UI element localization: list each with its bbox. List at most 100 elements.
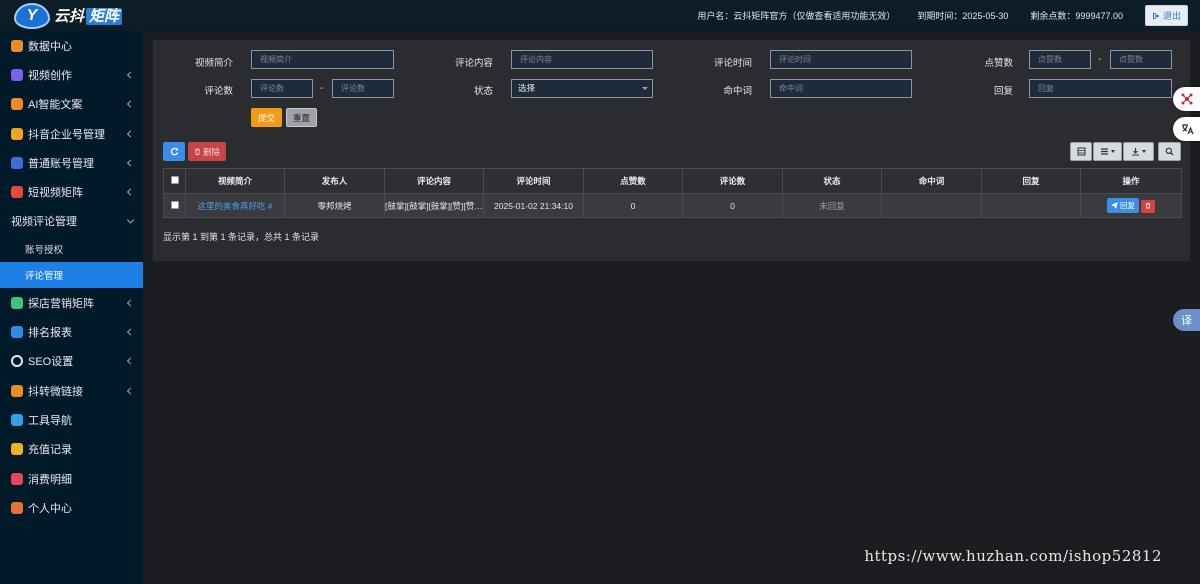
likes-max-input[interactable] <box>1110 50 1172 69</box>
logout-button[interactable]: 退出 <box>1144 5 1188 26</box>
video-intro-input[interactable] <box>251 50 394 69</box>
sidebar-item[interactable]: 探店营销矩阵 <box>0 288 143 317</box>
reset-button[interactable]: 重置 <box>286 108 317 127</box>
refresh-button[interactable] <box>163 142 185 161</box>
row-select-cell[interactable] <box>163 193 186 218</box>
table-icon <box>1077 147 1085 156</box>
chevron-down-icon <box>1142 150 1146 153</box>
user-info: 用户名：云抖矩阵官方（仅做查看适用功能无效） 到期时间：2025-05-30 剩… <box>697 0 1188 31</box>
sidebar-item[interactable]: 数据中心 <box>0 31 143 60</box>
tools-icon <box>11 413 23 426</box>
ai-icon <box>11 98 23 111</box>
table-header-row: 视频简介 发布人 评论内容 评论时间 点赞数 评论数 状态 命中词 回复 操作 <box>163 168 1182 194</box>
export-button[interactable] <box>1123 142 1154 161</box>
top-bar: Y 云抖 矩阵 用户名：云抖矩阵官方（仅做查看适用功能无效） 到期时间：2025-… <box>0 0 1200 31</box>
comments-min-input[interactable] <box>251 79 313 98</box>
logo[interactable]: Y 云抖 矩阵 <box>0 0 143 31</box>
submit-button[interactable]: 提交 <box>251 108 282 127</box>
comment-time-cell: 2025-01-02 21:34:10 <box>483 193 584 218</box>
comment-time-label: 评论时间 <box>713 58 752 69</box>
chevron-left-icon <box>126 159 135 167</box>
likes-min-input[interactable] <box>1029 50 1091 69</box>
expire-text: 到期时间：2025-05-30 <box>917 11 1009 21</box>
pagination-info: 显示第 1 到第 1 条记录，总共 1 条记录 <box>163 232 320 242</box>
sidebar-item[interactable]: 普通账号管理 <box>0 148 143 177</box>
sidebar-item[interactable]: 工具导航 <box>0 405 143 434</box>
chevron-left-icon <box>126 328 135 336</box>
sidebar-item-label: 个人中心 <box>28 502 72 515</box>
select-all-cell[interactable] <box>163 168 186 194</box>
sidebar-subitem[interactable]: 账号授权 <box>0 236 143 262</box>
toggle-view-button[interactable] <box>1070 142 1092 161</box>
sidebar-subitem[interactable]: 评论管理 <box>0 262 143 289</box>
sidebar-item[interactable]: 抖音企业号管理 <box>0 119 143 148</box>
status-select[interactable]: 选择 <box>511 79 653 98</box>
sidebar-item-label: 视频评论管理 <box>11 216 77 229</box>
row-delete-button[interactable] <box>1141 200 1155 213</box>
sidebar-item-label: 普通账号管理 <box>28 157 94 170</box>
row-checkbox[interactable] <box>170 200 179 209</box>
comments-count-cell: 0 <box>682 193 783 218</box>
hit-word-input[interactable] <box>770 79 912 98</box>
user-icon <box>11 501 23 514</box>
float-share-button[interactable] <box>1173 87 1200 111</box>
watermark: https://www.huzhan.com/ishop52812 <box>864 547 1162 565</box>
bulk-delete-button[interactable]: 删除 <box>188 142 226 161</box>
reply-cell <box>981 193 1081 218</box>
sidebar-item-label: 排名报表 <box>28 327 72 340</box>
columns-button[interactable] <box>1093 142 1122 161</box>
chevron-left-icon <box>126 188 135 196</box>
video-intro-link[interactable]: 这里的美食真好吃 # <box>185 193 285 218</box>
comments-count-label: 评论数 <box>204 86 233 97</box>
select-all-checkbox[interactable] <box>170 176 179 184</box>
column-header[interactable]: 点赞数 <box>583 168 683 194</box>
likes-cell: 0 <box>583 193 683 218</box>
column-header[interactable]: 视频简介 <box>185 168 285 194</box>
main-panel: 视频简介 评论内容 评论时间 点赞数 - 评论数 - 状态 选择 命中词 回复 … <box>153 40 1190 261</box>
ranking-icon <box>11 326 23 339</box>
status-label: 状态 <box>473 86 493 97</box>
dashboard-icon <box>11 39 23 52</box>
video-intro-label: 视频简介 <box>194 58 233 69</box>
chevron-left-icon <box>126 387 135 395</box>
sidebar-item[interactable]: 充值记录 <box>0 435 143 464</box>
sidebar-item[interactable]: 个人中心 <box>0 493 143 522</box>
hit-word-label: 命中词 <box>723 86 752 97</box>
comments-max-input[interactable] <box>332 79 394 98</box>
column-header[interactable]: 评论时间 <box>483 168 584 194</box>
column-header[interactable]: 状态 <box>782 168 882 194</box>
reply-input[interactable] <box>1029 79 1172 98</box>
sidebar-item[interactable]: 视频评论管理 <box>0 207 143 236</box>
sidebar-item-label: 抖转微链接 <box>28 385 83 398</box>
sidebar-item[interactable]: 消费明细 <box>0 464 143 493</box>
sidebar-item-label: 探店营销矩阵 <box>28 297 94 310</box>
download-icon <box>1132 148 1139 156</box>
column-header[interactable]: 回复 <box>981 168 1081 194</box>
search-button[interactable] <box>1158 142 1181 161</box>
comment-content-label: 评论内容 <box>454 58 493 69</box>
sidebar-item-label: 短视频矩阵 <box>28 187 83 200</box>
chevron-down-icon <box>126 216 135 224</box>
sidebar-item[interactable]: 短视频矩阵 <box>0 177 143 206</box>
chevron-down-icon <box>642 87 648 90</box>
comment-content-input[interactable] <box>511 50 653 69</box>
chevron-left-icon <box>126 100 135 108</box>
sidebar-item[interactable]: 视频创作 <box>0 60 143 89</box>
column-header[interactable]: 评论数 <box>682 168 783 194</box>
enterprise-icon <box>11 127 23 140</box>
sidebar-item[interactable]: AI智能文案 <box>0 90 143 119</box>
float-accessibility-button[interactable] <box>1173 117 1200 141</box>
reply-button[interactable]: 回复 <box>1107 198 1139 213</box>
table-row: 这里的美食真好吃 # 零邦烧烤 [鼓掌][鼓掌][鼓掌][赞][赞][赞] 20… <box>163 193 1182 218</box>
sidebar-item[interactable]: 排名报表 <box>0 317 143 346</box>
video-create-icon <box>11 68 23 81</box>
translate-button[interactable]: 译 <box>1173 309 1200 331</box>
comment-time-input[interactable] <box>770 50 912 69</box>
column-header[interactable]: 发布人 <box>284 168 385 194</box>
column-header[interactable]: 评论内容 <box>384 168 484 194</box>
status-cell: 未回复 <box>782 193 882 218</box>
sidebar-item[interactable]: SEO设置 <box>0 347 143 376</box>
column-header[interactable]: 命中词 <box>881 168 982 194</box>
points-text: 剩余点数：9999477.00 <box>1030 11 1123 21</box>
sidebar-item[interactable]: 抖转微链接 <box>0 376 143 405</box>
